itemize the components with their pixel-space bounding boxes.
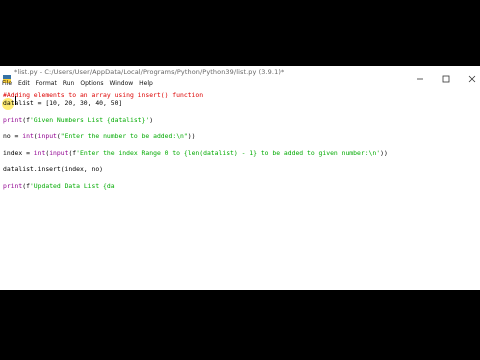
menu-item-file[interactable]: File xyxy=(2,79,12,89)
code-token: input xyxy=(37,132,57,140)
window-controls xyxy=(416,66,476,83)
code-token: print xyxy=(3,182,23,190)
code-token: (f xyxy=(22,182,30,190)
code-token: index = xyxy=(3,149,34,157)
code-line: index = int(input(f'Enter the index Rang… xyxy=(3,149,388,157)
code-token: datalist = [10, 20, 30, 40, 50] xyxy=(3,99,123,107)
maximize-icon[interactable] xyxy=(442,68,450,83)
code-token: (f xyxy=(22,116,30,124)
code-token: 'Given Numbers List {datalist}' xyxy=(29,116,150,124)
code-line: datalist = [10, 20, 30, 40, 50] xyxy=(3,99,122,107)
code-line: datalist.insert(index, no) xyxy=(3,165,103,173)
code-token: ) xyxy=(149,116,154,124)
menu-item-window[interactable]: Window xyxy=(110,79,134,89)
code-token: 'Updated Data List {da xyxy=(29,182,115,190)
menu-item-options[interactable]: Options xyxy=(80,79,103,89)
menu-item-help[interactable]: Help xyxy=(139,79,153,89)
code-token: no = xyxy=(3,132,23,140)
code-line: print(f'Updated Data List {da xyxy=(3,182,115,190)
menu-item-edit[interactable]: Edit xyxy=(18,79,30,89)
code-token: 'Enter the index Range 0 to {len(datalis… xyxy=(76,149,381,157)
code-editor[interactable]: #Adding elements to an array using inser… xyxy=(0,89,480,290)
menu-item-run[interactable]: Run xyxy=(63,79,75,89)
code-token: (f xyxy=(68,149,77,157)
code-token: )) xyxy=(380,149,388,157)
python-idle-icon xyxy=(3,68,11,83)
code-token: datalist.insert(index, no) xyxy=(3,165,104,173)
code-token: int xyxy=(22,132,34,140)
code-line: no = int(input("Enter the number to be a… xyxy=(3,132,195,140)
minimize-icon[interactable] xyxy=(416,68,424,80)
code-token: input xyxy=(49,149,69,157)
window-title: *list.py - C:/Users/User/AppData/Local/P… xyxy=(14,68,285,76)
code-token: "Enter the number to be added:\n" xyxy=(60,132,188,140)
idle-editor-window: *list.py - C:/Users/User/AppData/Local/P… xyxy=(0,66,480,290)
code-token: print xyxy=(3,116,23,124)
code-token: #Adding elements to an array using inser… xyxy=(3,91,204,99)
text-cursor xyxy=(15,96,16,105)
menu-item-format[interactable]: Format xyxy=(36,79,57,89)
code-token: int xyxy=(33,149,46,157)
close-icon[interactable] xyxy=(468,68,476,83)
code-line: #Adding elements to an array using inser… xyxy=(3,91,203,99)
menu-bar: File Edit Format Run Options Window Help xyxy=(0,79,480,89)
code-line: print(f'Given Numbers List {datalist}') xyxy=(3,116,153,124)
title-bar[interactable]: *list.py - C:/Users/User/AppData/Local/P… xyxy=(0,66,480,83)
code-token: )) xyxy=(187,132,196,140)
